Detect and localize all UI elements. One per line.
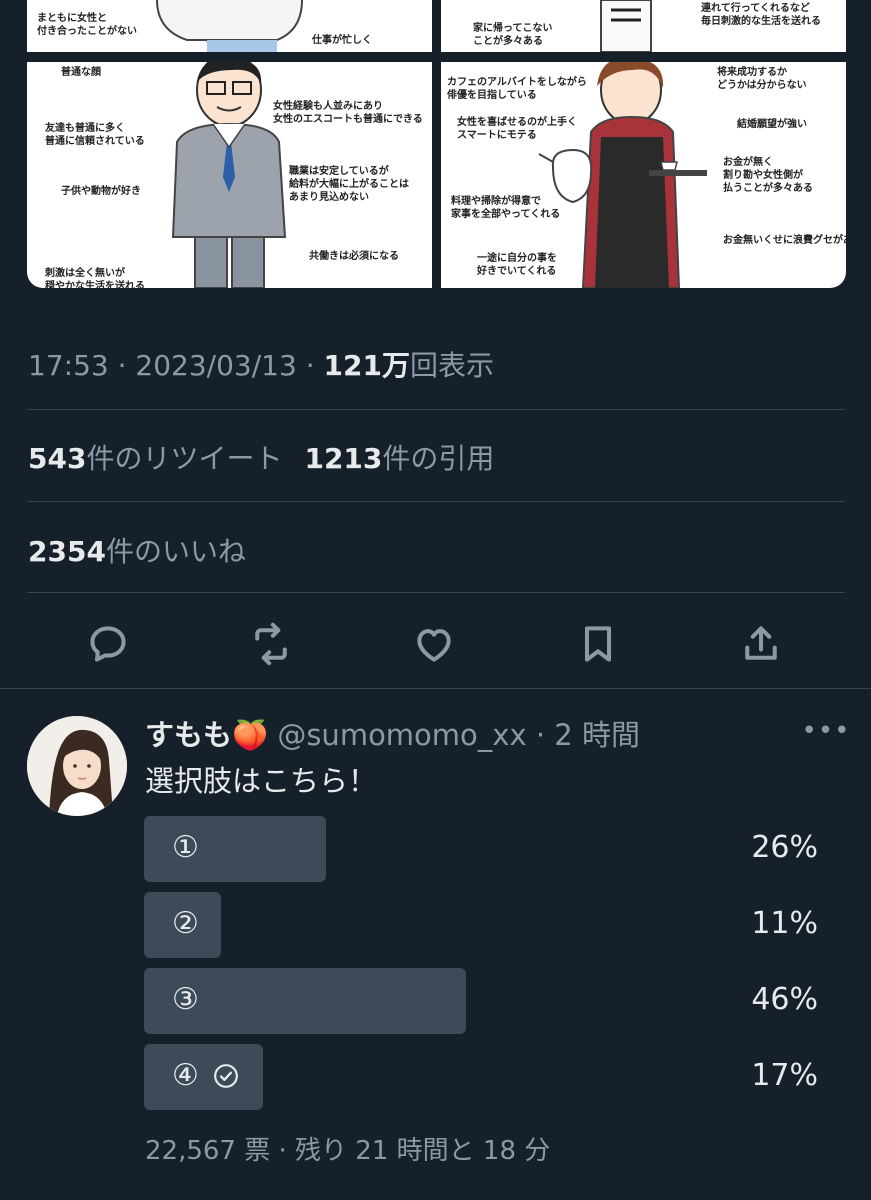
caption-tr-2: ことが多々ある xyxy=(473,36,543,47)
divider xyxy=(0,688,871,689)
tweet-metadata: 17:53 · 2023/03/13 · 121万回表示 xyxy=(28,344,494,384)
share-button[interactable] xyxy=(737,620,785,668)
poll-option-2[interactable]: ② 11% xyxy=(144,892,818,960)
caption-bl-4: 職業は安定しているが 給料が大幅に上がることは あまり見込めない xyxy=(289,166,409,203)
caption-br-1: カフェのアルバイトをしながら 俳優を目指している xyxy=(447,77,587,101)
divider xyxy=(27,501,845,502)
media-grid: まともに女性と 付き合ったことがない 仕事が忙しく 家に帰ってこない ことが多々… xyxy=(27,0,846,288)
quotes-link[interactable]: 1213件の引用 xyxy=(304,442,494,475)
reply-icon xyxy=(90,626,126,662)
bookmark-icon xyxy=(584,626,612,662)
tweet-date: 2023/03/13 xyxy=(135,349,297,382)
caption-bl-7: 刺激は全く無いが 穏やかな生活を送れる xyxy=(45,268,145,288)
separator-dot: · xyxy=(117,349,127,382)
caption-br-5: お金が無く 割り勘や女性側が 払うことが多々ある xyxy=(723,157,813,194)
action-bar xyxy=(0,612,871,672)
media-image-4[interactable]: カフェのアルバイトをしながら 俳優を目指している 将来成功するか どうかは分から… xyxy=(441,62,846,288)
caption-tr-3: 連れて行ってくれるなど xyxy=(701,3,810,14)
retweet-icon xyxy=(255,622,287,666)
caption-bl-5: 子供や動物が好き xyxy=(61,186,141,197)
caption-bl-3: 友達も普通に多く 普通に信頼されている xyxy=(45,123,145,147)
caption-tl-1: まともに女性と xyxy=(37,13,107,24)
poll-option-label: ③ xyxy=(172,982,199,1017)
poll-option-3[interactable]: ③ 46% xyxy=(144,968,818,1036)
views-label: 回表示 xyxy=(409,349,494,382)
poll-option-4[interactable]: ④ 17% xyxy=(144,1044,818,1112)
retweets-label: 件のリツイート xyxy=(86,442,283,475)
poll-option-percent: 17% xyxy=(751,1058,818,1093)
caption-tr-1: 家に帰ってこない xyxy=(473,23,553,34)
reply-time: · 2 時間 xyxy=(535,718,640,752)
caption-bl-6: 共働きは必須になる xyxy=(309,251,399,262)
divider xyxy=(27,592,845,593)
tweet-time: 17:53 xyxy=(28,349,109,382)
caption-br-2: 将来成功するか どうかは分からない xyxy=(717,67,807,91)
reply-button[interactable] xyxy=(84,620,132,668)
poll-footer: 22,567 票 · 残り 21 時間と 18 分 xyxy=(145,1136,551,1166)
caption-br-3: 女性を喜ばせるのが上手く スマートにモテる xyxy=(457,117,577,141)
avatar[interactable] xyxy=(27,716,127,816)
poll-option-percent: 11% xyxy=(751,906,818,941)
media-image-1[interactable]: まともに女性と 付き合ったことがない 仕事が忙しく xyxy=(27,0,432,52)
media-image-2[interactable]: 家に帰ってこない ことが多々ある 連れて行ってくれるなど 毎日刺激的な生活を送れ… xyxy=(441,0,846,52)
poll-option-percent: 26% xyxy=(751,830,818,865)
retweet-button[interactable] xyxy=(247,620,295,668)
caption-br-6: 料理や掃除が得意で 家事を全部やってくれる xyxy=(451,196,561,220)
like-icon xyxy=(417,629,451,662)
author-name[interactable]: すもも🍑 xyxy=(145,718,268,752)
divider xyxy=(27,409,845,410)
poll-option-label: ② xyxy=(172,906,199,941)
media-image-3[interactable]: 普通な顔 女性経験も人並みにあり 女性のエスコートも普通にできる 友達も普通に多… xyxy=(27,62,432,288)
caption-br-8: 一途に自分の事を 好きでいてくれる xyxy=(477,253,557,277)
caption-tl-3: 仕事が忙しく xyxy=(312,35,372,46)
poll-option-1[interactable]: ① 26% xyxy=(144,816,818,884)
caption-tr-4: 毎日刺激的な生活を送れる xyxy=(701,16,821,27)
likes-count: 2354 xyxy=(28,535,106,568)
likes-label: 件のいいね xyxy=(105,535,246,568)
views-count: 121万 xyxy=(323,349,410,382)
poll-option-label: ④ xyxy=(172,1058,199,1093)
reply-author-row: すもも🍑 @sumomomo_xx · 2 時間 xyxy=(145,712,640,754)
poll-option-percent: 46% xyxy=(751,982,818,1017)
reply-text: 選択肢はこちら！ xyxy=(145,764,378,798)
share-icon xyxy=(745,626,777,660)
engagement-stats-row: 543件のリツイート 1213件の引用 xyxy=(28,437,494,477)
caption-br-4: 結婚願望が強い xyxy=(737,119,807,130)
caption-tl-2: 付き合ったことがない xyxy=(37,26,137,37)
poll-option-label: ① xyxy=(172,830,199,865)
retweets-count: 543 xyxy=(28,442,87,475)
quotes-count: 1213 xyxy=(304,442,383,475)
caption-bl-1: 普通な顔 xyxy=(61,67,101,78)
check-circle-icon xyxy=(213,1063,238,1088)
bookmark-button[interactable] xyxy=(574,620,622,668)
retweets-link[interactable]: 543件のリツイート xyxy=(28,442,282,475)
like-button[interactable] xyxy=(410,620,458,668)
quotes-label: 件の引用 xyxy=(382,442,495,475)
more-options-icon[interactable]: ••• xyxy=(802,716,850,746)
likes-stat-row: 2354件のいいね xyxy=(28,530,246,570)
likes-link[interactable]: 2354件のいいね xyxy=(28,535,246,568)
separator-dot: · xyxy=(305,349,315,382)
avatar-photo xyxy=(27,716,127,816)
caption-br-7: お金無いくせに浪費グセがある xyxy=(723,235,846,246)
author-handle[interactable]: @sumomomo_xx xyxy=(277,718,526,752)
caption-bl-2: 女性経験も人並みにあり 女性のエスコートも普通にできる xyxy=(273,101,423,125)
